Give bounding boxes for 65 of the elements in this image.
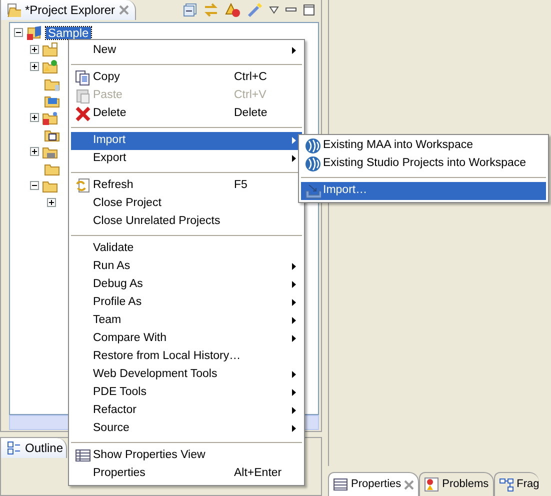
menu-item[interactable]: Web Development Tools	[71, 366, 302, 384]
paste-icon	[75, 88, 91, 104]
menu-item[interactable]: Close Unrelated Projects	[71, 213, 302, 231]
tree-item-label[interactable]: Sample	[46, 26, 91, 38]
outline-icon	[7, 441, 21, 455]
folder-icon	[42, 42, 58, 58]
tree-expander-icon[interactable]	[30, 147, 39, 156]
sphere-icon	[305, 156, 321, 172]
table-icon	[333, 477, 348, 492]
menu-item[interactable]: Run As	[71, 258, 302, 276]
menu-item[interactable]: Compare With	[71, 330, 302, 348]
menu-item[interactable]: Source	[71, 420, 302, 438]
folder-icon	[42, 58, 58, 74]
menu-item[interactable]: Team	[71, 312, 302, 330]
menu-item[interactable]: Refresh F5	[71, 177, 302, 195]
tree-expander-icon[interactable]	[30, 113, 39, 122]
sphere-icon	[305, 138, 321, 154]
connected-boxes-icon	[498, 477, 514, 492]
menu-item[interactable]: Validate	[71, 240, 302, 258]
menu-item[interactable]: PDE Tools	[71, 384, 302, 402]
menu-item[interactable]: New	[71, 42, 302, 60]
delete-icon	[75, 106, 91, 122]
menu-item[interactable]: Import	[71, 132, 302, 150]
project-icon	[26, 24, 43, 40]
view-tab[interactable]: Frag	[494, 472, 540, 496]
shortcut-label: Ctrl+C	[234, 70, 267, 86]
menu-item[interactable]: Profile As	[71, 294, 302, 312]
shortcut-label: F5	[234, 178, 248, 194]
copy-icon	[75, 70, 91, 86]
folder-icon	[42, 110, 58, 126]
menu-item[interactable]: Refactor	[71, 402, 302, 420]
collapse-all-icon[interactable]	[183, 3, 197, 17]
tree-expander-icon[interactable]	[30, 62, 39, 71]
error-warning-icon	[424, 477, 440, 492]
menu-item[interactable]: Import…	[301, 182, 546, 200]
menu-item[interactable]: Delete Delete	[71, 105, 302, 123]
menu-item[interactable]: Close Project	[71, 195, 302, 213]
close-icon[interactable]	[404, 480, 414, 490]
view-tab[interactable]: Outline	[1, 438, 67, 458]
project-explorer-icon	[7, 3, 21, 17]
menu-item[interactable]: Properties Alt+Enter	[71, 465, 302, 483]
menu-item[interactable]: Copy Ctrl+C	[71, 69, 302, 87]
shortcut-label: Delete	[234, 106, 268, 122]
import-tray-icon	[305, 183, 321, 199]
view-menu-icon[interactable]	[269, 6, 279, 14]
refresh-icon	[75, 178, 91, 194]
menu-item[interactable]: Show Properties View	[71, 447, 302, 465]
tree-expander-icon[interactable]	[14, 28, 23, 37]
shortcut-label: Alt+Enter	[234, 466, 282, 482]
table-icon	[75, 448, 91, 464]
tree-expander-icon[interactable]	[30, 45, 39, 54]
menu-item[interactable]: Existing MAA into Workspace	[301, 137, 546, 155]
close-icon[interactable]	[119, 5, 130, 15]
menu-item[interactable]: Debug As	[71, 276, 302, 294]
wand-icon[interactable]	[247, 2, 263, 18]
view-tab[interactable]: *Project Explorer	[1, 0, 136, 20]
menu-item[interactable]: Export	[71, 150, 302, 168]
menu-item[interactable]: Restore from Local History…	[71, 348, 302, 366]
maximize-icon[interactable]	[303, 4, 315, 16]
shortcut-label: Ctrl+V	[234, 88, 266, 104]
menu-item[interactable]: Existing Studio Projects into Workspace	[301, 155, 546, 173]
view-tab[interactable]: Properties	[328, 472, 420, 496]
tree-expander-icon[interactable]	[30, 181, 39, 190]
tree-expander-icon[interactable]	[47, 198, 56, 207]
view-tab[interactable]: Problems	[419, 472, 494, 496]
